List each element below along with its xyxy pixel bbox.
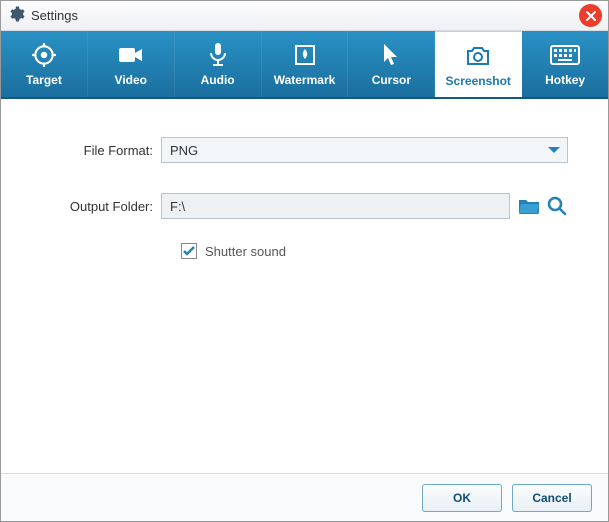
folder-icon	[518, 197, 540, 215]
output-folder-label: Output Folder:	[41, 199, 161, 214]
watermark-icon	[293, 41, 317, 69]
window-title: Settings	[31, 8, 78, 23]
footer: OK Cancel	[1, 473, 608, 521]
tab-label: Watermark	[274, 73, 336, 87]
video-icon	[118, 41, 144, 69]
shutter-sound-row: Shutter sound	[181, 243, 568, 259]
close-button[interactable]	[579, 4, 602, 27]
search-icon	[547, 196, 567, 216]
shutter-sound-checkbox[interactable]	[181, 243, 197, 259]
tab-watermark[interactable]: Watermark	[262, 31, 349, 97]
cancel-button[interactable]: Cancel	[512, 484, 592, 512]
chevron-down-icon	[548, 147, 560, 153]
file-format-value: PNG	[170, 143, 198, 158]
tab-hotkey[interactable]: Hotkey	[522, 31, 608, 97]
tab-label: Target	[26, 73, 62, 87]
browse-folder-button[interactable]	[518, 195, 540, 217]
open-folder-button[interactable]	[546, 195, 568, 217]
tab-label: Audio	[201, 73, 235, 87]
microphone-icon	[207, 41, 229, 69]
tab-label: Hotkey	[545, 73, 585, 87]
file-format-select[interactable]: PNG	[161, 137, 568, 163]
file-format-row: File Format: PNG	[41, 137, 568, 163]
tab-audio[interactable]: Audio	[175, 31, 262, 97]
tab-label: Screenshot	[446, 74, 511, 88]
file-format-label: File Format:	[41, 143, 161, 158]
tab-video[interactable]: Video	[88, 31, 175, 97]
tabbar: Target Video Audio Watermark Cursor Scre…	[1, 31, 608, 99]
tab-label: Cursor	[372, 73, 411, 87]
check-icon	[182, 244, 196, 258]
tab-screenshot[interactable]: Screenshot	[435, 31, 522, 97]
tab-label: Video	[115, 73, 147, 87]
keyboard-icon	[550, 41, 580, 69]
output-folder-row: Output Folder:	[41, 193, 568, 219]
cursor-icon	[381, 41, 401, 69]
target-icon	[31, 41, 57, 69]
shutter-sound-label: Shutter sound	[205, 244, 286, 259]
close-icon	[585, 10, 597, 22]
gear-icon	[7, 5, 25, 26]
titlebar: Settings	[1, 1, 608, 31]
output-folder-input[interactable]	[161, 193, 510, 219]
tab-cursor[interactable]: Cursor	[348, 31, 435, 97]
camera-icon	[464, 42, 492, 70]
settings-pane: File Format: PNG Output Folder: Shutter …	[1, 99, 608, 279]
ok-button[interactable]: OK	[422, 484, 502, 512]
tab-target[interactable]: Target	[1, 31, 88, 97]
